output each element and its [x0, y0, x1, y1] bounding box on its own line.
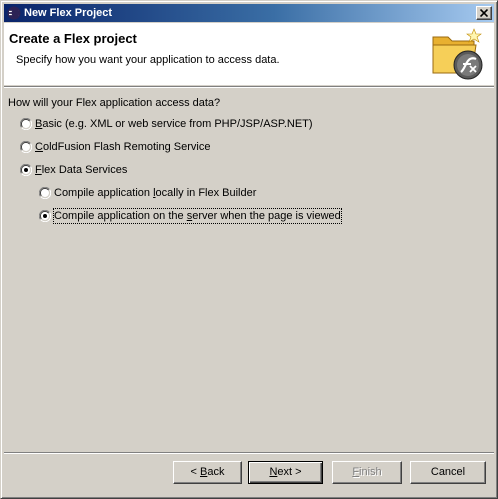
button-bar-separator — [4, 452, 494, 454]
next-button[interactable]: Next > — [248, 461, 323, 484]
wizard-banner: Create a Flex project Specify how you wa… — [4, 23, 494, 85]
radio-compile-locally[interactable] — [38, 186, 52, 200]
back-button[interactable]: < Back — [173, 461, 242, 484]
page-title: Create a Flex project — [9, 31, 137, 46]
access-question-label: How will your Flex application access da… — [8, 97, 221, 109]
eclipse-icon — [7, 6, 21, 20]
cancel-button[interactable]: Cancel — [410, 461, 486, 484]
new-flex-project-dialog: New Flex Project Create a Flex project S… — [0, 0, 498, 499]
radio-basic[interactable] — [19, 117, 33, 131]
option-coldfusion-label: ColdFusion Flash Remoting Service — [35, 141, 211, 153]
option-compile-on-server-label: Compile application on the server when t… — [53, 208, 342, 224]
radio-compile-on-server[interactable] — [38, 209, 52, 223]
flex-folder-icon — [430, 27, 486, 83]
option-compile-locally-label: Compile application locally in Flex Buil… — [54, 187, 257, 199]
close-button[interactable] — [476, 6, 492, 20]
page-description: Specify how you want your application to… — [16, 54, 280, 66]
radio-flex-data-services[interactable] — [19, 163, 33, 177]
banner-separator — [4, 86, 494, 88]
option-basic-label: Basic (e.g. XML or web service from PHP/… — [35, 118, 313, 130]
window-title: New Flex Project — [24, 7, 113, 19]
radio-coldfusion[interactable] — [19, 140, 33, 154]
finish-button[interactable]: Finish — [332, 461, 402, 484]
close-icon — [480, 9, 488, 17]
title-bar[interactable]: New Flex Project — [4, 4, 494, 22]
option-flex-data-services-label: Flex Data Services — [35, 164, 128, 176]
